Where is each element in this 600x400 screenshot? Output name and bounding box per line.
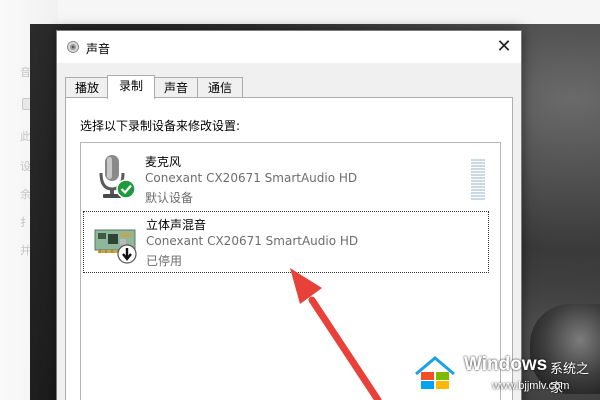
close-icon: ✕	[496, 36, 512, 57]
device-name: 立体声混音	[146, 218, 207, 232]
device-status: 默认设备	[145, 191, 194, 205]
device-name: 麦克风	[145, 155, 182, 169]
tab-communications[interactable]: 通信	[197, 77, 243, 98]
check-icon	[116, 179, 136, 199]
tab-recording[interactable]: 录制	[107, 75, 155, 99]
device-microphone[interactable]: 麦克风 Conexant CX20671 SmartAudio HD 默认设备	[83, 149, 488, 207]
watermark-brand: Windows	[464, 354, 548, 375]
device-driver: Conexant CX20671 SmartAudio HD	[146, 234, 359, 248]
instruction-label: 选择以下录制设备来修改设置:	[80, 119, 241, 133]
windows-logo-icon	[415, 356, 455, 389]
watermark: Windows 系统之家 www.bjjmlv.com	[412, 348, 600, 400]
speaker-icon	[67, 41, 79, 53]
microphone-icon	[99, 155, 136, 199]
close-button[interactable]: ✕	[487, 31, 521, 63]
sound-card-icon	[94, 229, 137, 264]
screen: 音 此 设 余 扌 并 声音 ✕ 播放 录制 声音 通信 选择以下录制设备来修改…	[0, 0, 600, 400]
device-status: 已停用	[146, 254, 183, 268]
tab-playback[interactable]: 播放	[65, 77, 109, 98]
tab-sounds[interactable]: 声音	[153, 77, 199, 98]
title-bar[interactable]: 声音 ✕	[57, 31, 521, 63]
device-driver: Conexant CX20671 SmartAudio HD	[145, 171, 358, 185]
watermark-url: www.bjjmlv.com	[492, 380, 570, 392]
device-stereo-mix[interactable]: 立体声混音 Conexant CX20671 SmartAudio HD 已停用	[83, 211, 489, 273]
level-meter	[471, 159, 485, 201]
sound-dialog: 声音 ✕ 播放 录制 声音 通信 选择以下录制设备来修改设置: 麦克风 Cone…	[56, 30, 522, 400]
dialog-title: 声音	[86, 42, 111, 56]
